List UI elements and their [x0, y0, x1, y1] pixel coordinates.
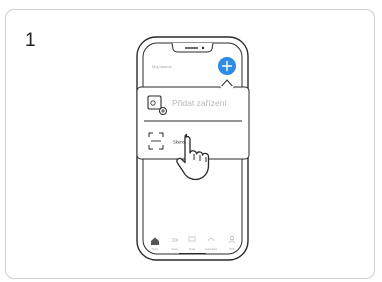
add-device-label: Přidat zařízení — [172, 98, 227, 108]
add-device-icon — [147, 95, 162, 110]
svg-text:Scény: Scény — [172, 248, 179, 251]
add-device-button[interactable] — [218, 57, 236, 75]
phone-illustration: Moj domov Home Scény Smart Automation Pr… — [136, 36, 250, 261]
svg-text:Home: Home — [152, 248, 159, 251]
add-menu-popup: Přidat zařízení Skenovat — [136, 79, 250, 160]
camera-icon — [201, 46, 205, 50]
svg-text:Automation: Automation — [205, 248, 218, 251]
home-greeting: Moj domov — [152, 64, 172, 69]
svg-text:Smart: Smart — [189, 248, 196, 251]
svg-text:Profil: Profil — [229, 248, 235, 251]
